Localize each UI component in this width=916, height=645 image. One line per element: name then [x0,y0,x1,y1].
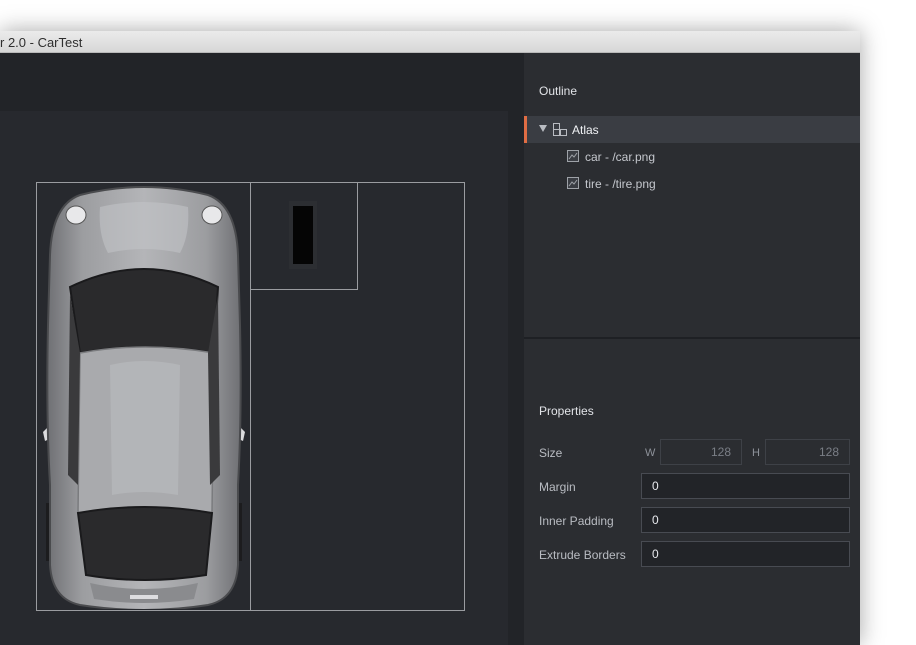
margin-label: Margin [539,480,576,494]
tire-sprite[interactable] [289,201,317,269]
viewport-scroll-gutter [508,53,524,645]
image-icon [567,177,579,189]
expand-arrow-icon[interactable] [539,125,547,132]
margin-field[interactable] [641,473,850,499]
inner-padding-label: Inner Padding [539,514,614,528]
size-height-field[interactable] [765,439,850,465]
window-title: r 2.0 - CarTest [0,35,83,50]
title-bar[interactable]: r 2.0 - CarTest [0,31,860,53]
outline-item-label: tire - /tire.png [585,177,656,191]
outline-item-atlas[interactable]: Atlas [524,116,860,143]
outline-header: Outline [539,84,578,98]
scene-viewport[interactable] [0,111,508,645]
properties-header: Properties [539,404,594,418]
outline-item-car[interactable]: car - /car.png [524,143,860,170]
extrude-borders-label: Extrude Borders [539,548,626,562]
editor-window: r 2.0 - CarTest Outline Atlas car - /car… [0,31,860,645]
inner-padding-field[interactable] [641,507,850,533]
outline-panel: Outline Atlas car - /car.png tire - /tir… [524,53,860,339]
outline-item-label: Atlas [572,123,599,137]
outline-item-label: car - /car.png [585,150,656,164]
right-panel: Outline Atlas car - /car.png tire - /tir… [524,53,860,645]
height-label: H [752,447,760,459]
atlas-icon [553,123,567,136]
extrude-borders-field[interactable] [641,541,850,567]
image-icon [567,150,579,162]
size-label: Size [539,446,563,460]
size-width-field[interactable] [660,439,742,465]
properties-panel: Properties Size W H Margin Inner Padding… [524,339,860,645]
outline-item-tire[interactable]: tire - /tire.png [524,170,860,197]
width-label: W [645,447,656,459]
car-sprite[interactable] [40,185,248,609]
scene-toolbar [0,53,508,111]
